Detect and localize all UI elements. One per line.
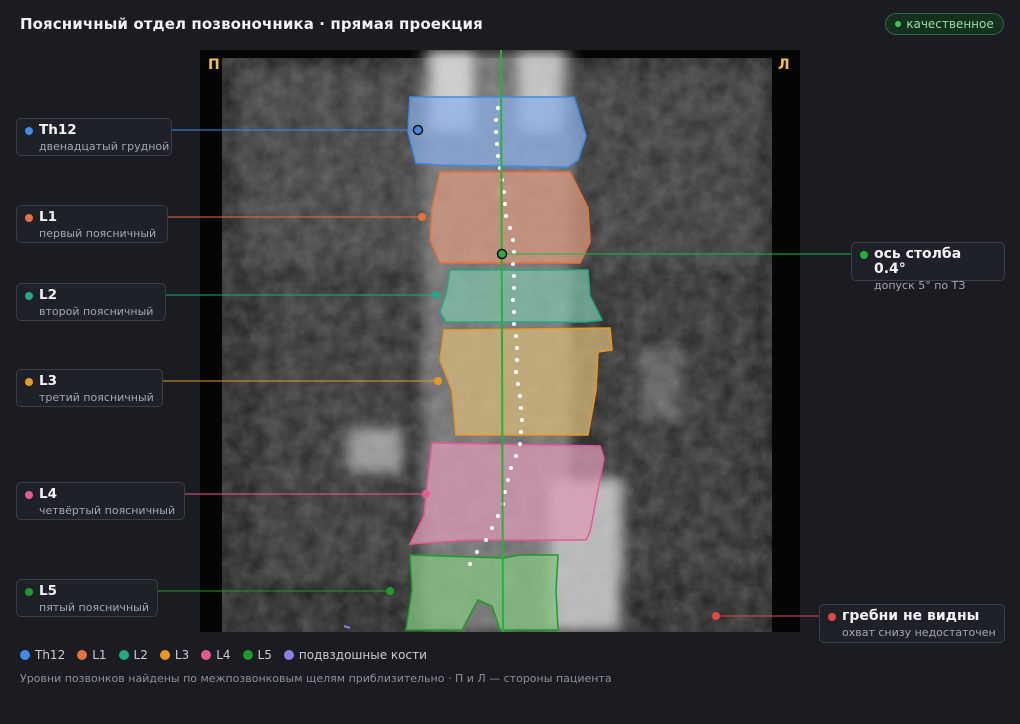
legend-label: L5 [257,648,272,662]
legend-label: L4 [216,648,231,662]
quality-badge: качественное [885,13,1004,35]
legend-dot-icon [201,650,212,660]
vertebra-card-l3[interactable]: L3 третий поясничный [16,369,163,407]
vertebra-card-th12[interactable]: Th12 двенадцатый грудной [16,118,172,156]
l3-dot-icon [25,378,33,386]
vertebra-code: L4 [39,486,57,502]
legend-dot-icon [242,650,253,660]
vertebra-overlay-l1[interactable] [429,171,591,264]
vertebra-name: пятый поясничный [39,601,149,614]
axis-dot-icon [860,251,868,259]
th12-dot-icon [25,127,33,135]
legend-dot-icon [118,650,129,660]
legend-label: Th12 [35,648,66,662]
vertebra-code: L1 [39,209,57,225]
legend-label: L2 [133,648,148,662]
legend-dot-icon [77,650,88,660]
axis-finding-card[interactable]: ось столба 0.4° допуск 5° по ТЗ [851,242,1005,292]
vertebra-card-l5[interactable]: L5 пятый поясничный [16,579,158,617]
vertebra-name: второй поясничный [39,305,154,318]
vertebra-card-l4[interactable]: L4 четвёртый поясничный [16,482,185,520]
vertebra-code: L3 [39,373,57,389]
legend-item-th12[interactable]: Th12 [20,648,65,662]
side-marker-right: П [208,57,220,73]
vertebra-name: первый поясничный [39,227,157,240]
axis-label: ось столба 0.4° [874,246,962,277]
vertebra-name: четвёртый поясничный [39,504,176,517]
crests-note: охват снизу недостаточен [842,626,996,639]
legend-item-l4[interactable]: L4 [201,648,231,662]
l2-dot-icon [25,292,33,300]
l5-dot-icon [25,588,33,596]
vertebra-name: третий поясничный [39,391,154,404]
legend: Th12 L1 L2 L3 L4 L5 подвздошные кости [20,648,427,662]
crests-dot-icon [828,613,836,621]
legend-label: подвздошные кости [298,648,427,662]
vertebra-code: L5 [39,583,57,599]
legend-item-l5[interactable]: L5 [242,648,272,662]
legend-item-iliac[interactable]: подвздошные кости [283,648,427,662]
page-title: Поясничный отдел позвоночника · прямая п… [20,15,483,33]
crests-finding-card[interactable]: гребни не видны охват снизу недостаточен [819,604,1005,643]
axis-note: допуск 5° по ТЗ [874,279,966,292]
xray-viewer[interactable]: П Л [200,50,800,632]
l1-dot-icon [25,214,33,222]
vertebra-overlay-l3[interactable] [439,327,613,436]
crests-label: гребни не видны [842,608,980,624]
xray-image [200,50,800,632]
vertebra-overlay-l2[interactable] [439,269,604,323]
l4-dot-icon [25,491,33,499]
legend-item-l3[interactable]: L3 [159,648,190,662]
legend-dot-icon [20,650,30,660]
vertebra-code: L2 [39,287,57,303]
legend-item-l2[interactable]: L2 [118,648,148,662]
vertebra-card-l2[interactable]: L2 второй поясничный [16,283,166,321]
vertebra-code: Th12 [39,122,77,138]
legend-item-l1[interactable]: L1 [77,648,107,662]
vertebra-name: двенадцатый грудной [39,140,170,153]
legend-dot-icon [159,650,170,660]
vertebra-card-l1[interactable]: L1 первый поясничный [16,205,168,243]
footer-note: Уровни позвонков найдены по межпозвонков… [20,672,612,685]
legend-label: L1 [92,648,107,662]
side-marker-left: Л [778,57,790,73]
legend-dot-icon [283,650,294,660]
quality-badge-label: качественное [906,17,994,31]
status-dot-icon [895,21,902,27]
vertebra-overlay-l4[interactable] [408,442,605,545]
legend-label: L3 [174,648,190,662]
